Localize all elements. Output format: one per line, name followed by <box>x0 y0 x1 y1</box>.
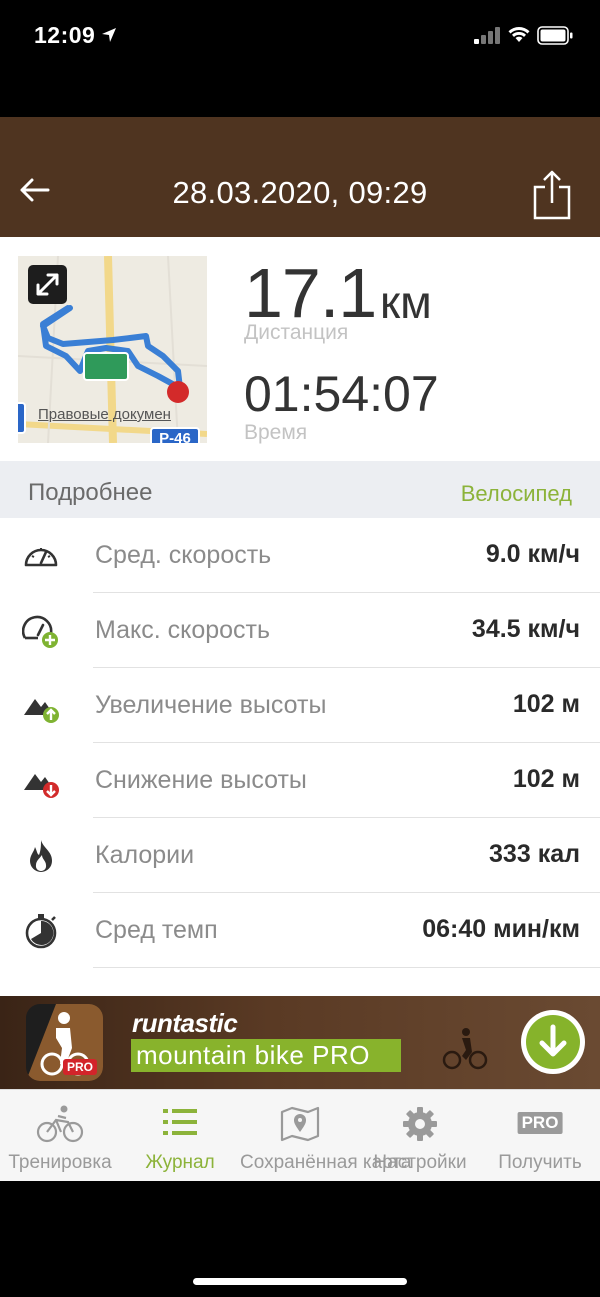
back-arrow-icon[interactable] <box>18 175 52 205</box>
route-map-thumbnail[interactable]: Правовые докумен Р-46 <box>18 256 207 443</box>
home-indicator[interactable] <box>193 1278 407 1285</box>
route-end-marker <box>167 381 189 403</box>
stats-list: Сред. скорость 9.0 км/ч Макс. скорость 3… <box>0 518 600 996</box>
stopwatch-icon <box>25 914 57 949</box>
cellular-signal-icon <box>474 27 500 44</box>
pro-badge-icon: PRO <box>517 1112 563 1134</box>
download-button[interactable] <box>521 1010 585 1074</box>
duration-value: 01:54:07 <box>244 366 439 422</box>
elevation-loss-icon <box>24 774 59 798</box>
tab-label: Тренировка <box>8 1152 112 1173</box>
pause-icon <box>22 988 60 996</box>
status-time: 12:09 <box>34 22 96 48</box>
brand-logo: runtastic <box>132 1008 238 1038</box>
battery-icon <box>537 26 573 45</box>
map-icon <box>280 1106 320 1142</box>
stat-row-partial <box>0 968 600 996</box>
map-edge-badge <box>18 402 26 434</box>
sport-type-link[interactable]: Велосипед <box>461 481 572 507</box>
bike-icon <box>36 1105 84 1143</box>
stat-name: Сред. скорость <box>95 541 272 569</box>
tab-saved-map[interactable]: Сохранённая карта <box>240 1090 412 1182</box>
bottom-tab-bar: Тренировка Журнал Сохранённая карта Наст… <box>0 1089 600 1181</box>
tab-label: Получить <box>498 1152 582 1173</box>
wifi-icon <box>508 27 530 42</box>
location-arrow-icon <box>102 28 116 42</box>
page-title: 28.03.2020, 09:29 <box>172 175 428 210</box>
details-section-header: Подробнее Велосипед <box>0 461 600 518</box>
gear-icon <box>403 1107 437 1141</box>
share-icon[interactable] <box>532 169 572 221</box>
speedometer-icon <box>24 548 58 567</box>
workout-summary: Правовые докумен Р-46 17.1 км Дистанция … <box>0 237 600 461</box>
stat-row-elevation-loss: Снижение высоты 102 м <box>0 743 600 818</box>
distance-label: Дистанция <box>244 321 349 344</box>
stat-name: Калории <box>95 841 195 869</box>
promo-banner[interactable]: PRO runtastic mountain bike PRO <box>0 996 600 1089</box>
tab-label: Настройки <box>373 1152 467 1173</box>
tab-get-pro[interactable]: PRO Получить <box>480 1090 600 1182</box>
app-icon: PRO <box>26 1004 103 1081</box>
stat-value: 102 м <box>512 765 580 793</box>
stat-value: 333 кал <box>489 840 580 868</box>
tab-training[interactable]: Тренировка <box>0 1090 120 1182</box>
top-nav-bar: 28.03.2020, 09:29 <box>0 117 600 237</box>
road-sign <box>83 352 129 381</box>
stat-name: Увеличение высоты <box>95 691 327 719</box>
download-button-fill <box>526 1015 580 1069</box>
stat-row-elevation-gain: Увеличение высоты 102 м <box>0 668 600 743</box>
tab-settings[interactable]: Настройки <box>360 1090 480 1182</box>
stat-row-calories: Калории 333 кал <box>0 818 600 893</box>
road-number-badge: Р-46 <box>150 427 200 443</box>
stat-row-avg-pace: Сред темп 06:40 мин/км <box>0 893 600 968</box>
duration-label: Время <box>244 421 308 444</box>
stat-value: 06:40 мин/км <box>422 915 580 943</box>
details-label: Подробнее <box>28 479 153 506</box>
stat-name: Макс. скорость <box>95 616 271 644</box>
stat-name: Снижение высоты <box>95 766 307 794</box>
tab-label: Журнал <box>145 1152 215 1173</box>
distance-unit: км <box>380 276 432 328</box>
stat-row-avg-speed: Сред. скорость 9.0 км/ч <box>0 518 600 593</box>
stat-name: Сред темп <box>95 916 218 944</box>
map-legal-link[interactable]: Правовые докумен <box>38 406 171 423</box>
list-icon <box>163 1109 197 1135</box>
expand-icon <box>36 273 59 296</box>
app-tagline: mountain bike PRO <box>131 1039 401 1072</box>
tab-journal[interactable]: Журнал <box>120 1090 240 1182</box>
expand-map-button[interactable] <box>28 265 67 304</box>
max-speed-icon <box>22 615 58 648</box>
stat-row-max-speed: Макс. скорость 34.5 км/ч <box>0 593 600 668</box>
stat-value: 102 м <box>512 690 580 718</box>
tab-label: Сохранённая карта <box>240 1152 412 1173</box>
stat-value: 34.5 км/ч <box>471 615 580 643</box>
flame-icon <box>30 840 52 872</box>
download-arrow-icon <box>539 1024 567 1057</box>
rider-silhouette-icon <box>442 1028 488 1070</box>
status-bar: 12:09 <box>0 0 600 70</box>
pro-badge: PRO <box>62 1059 97 1075</box>
elevation-gain-icon <box>24 699 59 723</box>
stat-value: 9.0 км/ч <box>485 540 580 568</box>
